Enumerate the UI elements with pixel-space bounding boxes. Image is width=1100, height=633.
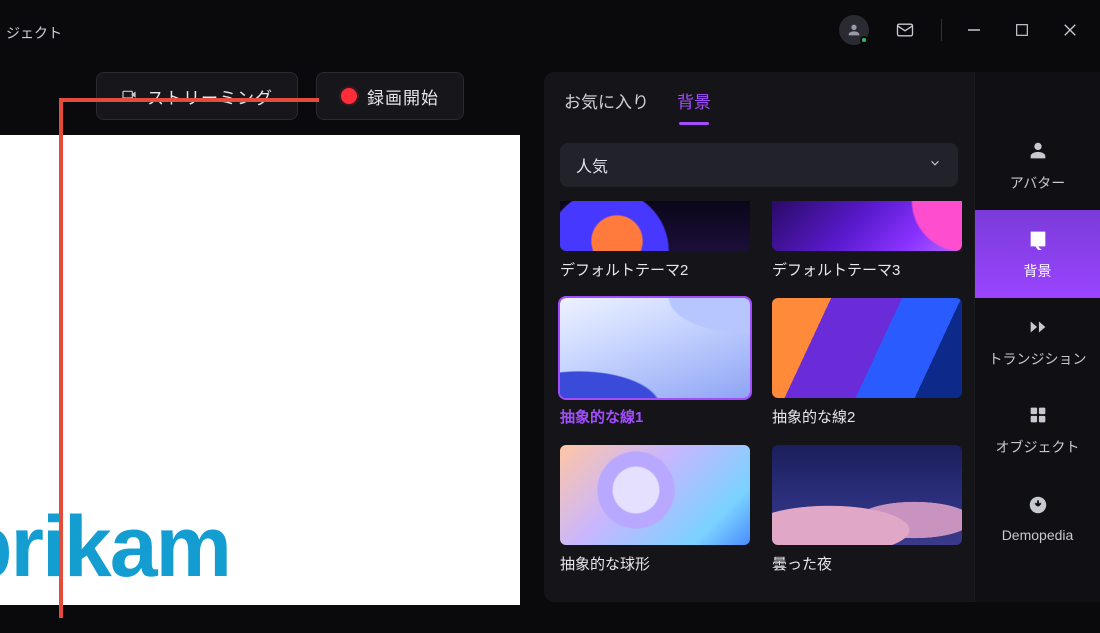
rail-item-transition[interactable]: トランジション [975,298,1100,386]
record-label: 録画開始 [367,84,439,109]
maximize-icon [1014,22,1030,38]
background-thumb-theme2[interactable]: デフォルトテーマ2 [560,201,750,280]
thumbnail-caption: 抽象的な線1 [560,406,750,427]
panel-tabs: お気に入り 背景 [544,80,974,125]
download-icon [1027,494,1049,519]
background-thumb-abs1[interactable]: 抽象的な線1 [560,298,750,427]
close-icon [1061,21,1079,39]
app-window: ジェクト ストリーミング [0,0,1100,633]
rail-item-label: 背景 [1024,261,1052,281]
rail-item-object[interactable]: オブジェクト [975,386,1100,474]
thumbnail-caption: 抽象的な球形 [560,553,750,574]
thumbnail-caption: 曇った夜 [772,553,962,574]
annotation-line [59,98,319,102]
thumbnail-caption: デフォルトテーマ3 [772,259,962,280]
background-thumb-abs2[interactable]: 抽象的な線2 [772,298,962,427]
tab-background[interactable]: 背景 [677,88,711,125]
titlebar-right [839,8,1100,52]
rail-item-avatar[interactable]: アバター [975,122,1100,210]
minimize-icon [965,21,983,39]
tab-label: 背景 [677,93,711,112]
avatar-icon [1027,140,1049,165]
rail-item-label: トランジション [989,349,1087,369]
preview-canvas[interactable]: brikam [0,135,520,605]
main-toolbar: ストリーミング 録画開始 [96,72,464,120]
close-button[interactable] [1048,8,1092,52]
mail-icon [895,20,915,40]
record-icon [341,88,357,104]
thumbnail-image [772,201,962,251]
record-button[interactable]: 録画開始 [316,72,464,120]
account-button[interactable] [839,15,869,45]
inbox-button[interactable] [883,8,927,52]
thumbnail-grid: デフォルトテーマ2 デフォルトテーマ3 抽象的な線1 抽象的な線2 抽象的な球形 曇った夜 [560,201,964,574]
status-dot-icon [860,36,868,44]
dropdown-value: 人気 [576,153,608,177]
rail-item-background[interactable]: 背景 [975,210,1100,298]
project-title: ジェクト [6,17,62,43]
background-icon [1027,228,1049,253]
streaming-button[interactable]: ストリーミング [96,72,298,120]
streaming-label: ストリーミング [147,84,273,109]
thumbnail-caption: デフォルトテーマ2 [560,259,750,280]
thumbnail-image [772,445,962,545]
object-icon [1027,404,1049,429]
inspector-panel: お気に入り 背景 人気 デフォルトテーマ2 デフォルトテーマ3 抽象的な線1 抽象的な… [544,72,974,602]
category-rail: アバター背景トランジションオブジェクト Demopedia [974,72,1100,602]
background-thumb-night[interactable]: 曇った夜 [772,445,962,574]
user-icon [846,22,862,38]
thumbnail-image [560,298,750,398]
chevron-down-icon [928,156,942,175]
maximize-button[interactable] [1000,8,1044,52]
tab-favorites[interactable]: お気に入り [564,88,649,125]
thumbnail-image [772,298,962,398]
divider [941,19,942,41]
annotation-line [59,98,63,618]
minimize-button[interactable] [952,8,996,52]
rail-item-demopedia[interactable]: Demopedia [975,474,1100,562]
category-dropdown[interactable]: 人気 [560,143,958,187]
transition-icon [1027,316,1049,341]
title-bar: ジェクト [0,0,1100,60]
tab-label: お気に入り [564,93,649,112]
thumbnail-scroll[interactable]: デフォルトテーマ2 デフォルトテーマ3 抽象的な線1 抽象的な線2 抽象的な球形 曇った夜 [544,201,974,602]
rail-item-label: オブジェクト [996,437,1080,457]
rail-item-label: Demopedia [1002,527,1074,543]
thumbnail-caption: 抽象的な線2 [772,406,962,427]
thumbnail-image [560,445,750,545]
background-thumb-theme3[interactable]: デフォルトテーマ3 [772,201,962,280]
rail-item-label: アバター [1010,173,1065,193]
brand-logo-text: brikam [0,498,230,597]
thumbnail-image [560,201,750,251]
background-thumb-sphere[interactable]: 抽象的な球形 [560,445,750,574]
